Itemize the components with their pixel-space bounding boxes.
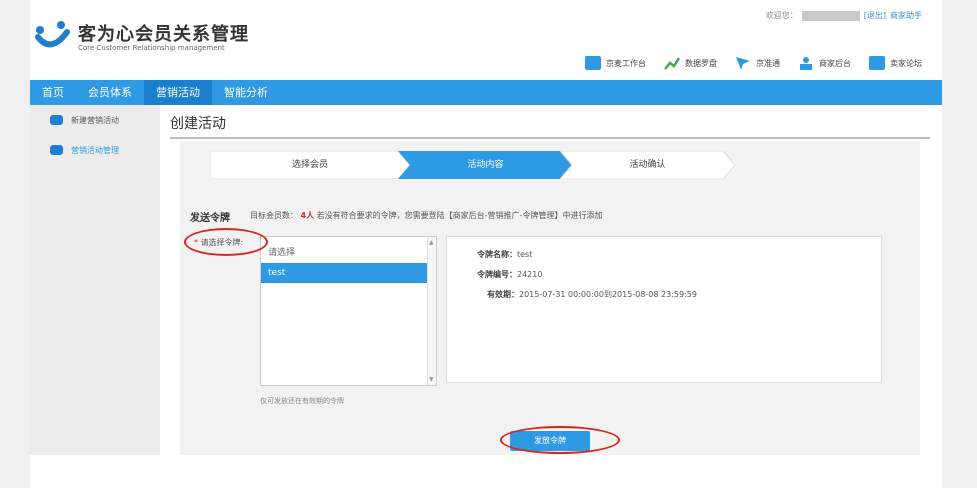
sidebar-item-campaign-manage[interactable]: 营销活动管理	[30, 135, 160, 165]
step-indicator: 选择会员 活动内容 活动确认	[210, 151, 910, 179]
step-label: 活动确认	[629, 160, 666, 170]
toplink-label: 数据罗盘	[685, 58, 717, 68]
nav-analytics[interactable]: 智能分析	[212, 80, 280, 105]
logo-icon	[35, 21, 70, 48]
token-valid-row: 有效期：2015-07-31 00:00:00到2015-08-08 23:59…	[487, 289, 697, 300]
scroll-up-icon[interactable]: ▲	[429, 239, 434, 246]
arrow-icon	[736, 57, 750, 70]
scroll-down-icon[interactable]: ▼	[429, 376, 434, 383]
token-note: 仅可发放还在有效期的令牌	[260, 397, 344, 405]
token-name-label: 令牌名称：	[477, 250, 517, 259]
welcome-label: 欢迎您：	[765, 11, 798, 20]
left-gutter	[0, 0, 30, 488]
sidebar: 新建营销活动 营销活动管理	[30, 105, 160, 455]
token-detail-panel: 令牌名称：test 令牌编号：24210 有效期：2015-07-31 00:0…	[446, 236, 882, 383]
main-nav: 首页 会员体系 营销活动 智能分析	[30, 80, 942, 105]
forum-icon	[869, 56, 885, 70]
info-prefix: 目标会员数：	[250, 211, 298, 220]
right-gutter	[942, 0, 977, 488]
toplink-label: 京麦工作台	[606, 58, 646, 68]
form-panel: 选择会员 活动内容 活动确认 发送令牌 目标会员数： 4人 若没有符合要求的令牌…	[180, 141, 920, 455]
info-suffix: 若没有符合要求的令牌，您需要登陆【商家后台-营销推广-令牌管理】中进行添加	[316, 211, 603, 220]
step-select-members: 选择会员	[210, 151, 410, 179]
token-name-value: test	[517, 250, 533, 259]
sidebar-item-new-campaign[interactable]: 新建营销活动	[30, 105, 160, 135]
listbox-scrollbar[interactable]: ▲ ▼	[427, 237, 436, 385]
toplink-label: 京准通	[756, 58, 780, 68]
toplink-forum[interactable]: 卖家论坛	[869, 56, 922, 70]
nav-home[interactable]: 首页	[30, 80, 76, 105]
brand-title: 客为心会员关系管理	[78, 24, 249, 45]
toplink-label: 商家后台	[819, 58, 851, 68]
nav-membership[interactable]: 会员体系	[76, 80, 144, 105]
select-token-text: 请选择令牌:	[200, 238, 244, 247]
welcome-bar: 欢迎您： [退出] 商家助手	[766, 10, 922, 21]
toplink-compass[interactable]: 数据罗盘	[664, 56, 717, 70]
shop-icon	[800, 57, 812, 70]
list-option-placeholder[interactable]: 请选择	[261, 243, 436, 263]
send-token-heading: 发送令牌	[190, 213, 230, 224]
toplink-shop[interactable]: 商家后台	[798, 56, 851, 70]
send-token-info: 目标会员数： 4人 若没有符合要求的令牌，您需要登陆【商家后台-营销推广-令牌管…	[250, 210, 602, 221]
token-valid-value: 2015-07-31 00:00:00到2015-08-08 23:59:59	[519, 290, 697, 299]
campaign-icon	[50, 145, 63, 155]
step-content: 活动内容	[398, 151, 573, 179]
token-name-row: 令牌名称：test	[477, 249, 532, 260]
token-code-value: 24210	[517, 270, 543, 279]
token-valid-label: 有效期：	[487, 290, 519, 299]
sidebar-item-label: 新建营销活动	[71, 115, 119, 125]
brand-subtitle: Core Customer Relationship management	[78, 44, 225, 52]
divider	[170, 137, 930, 139]
nav-marketing[interactable]: 营销活动	[144, 80, 212, 105]
page-title: 创建活动	[170, 116, 226, 132]
step-label: 活动内容	[467, 160, 504, 170]
header: 客为心会员关系管理 Core Customer Relationship man…	[30, 0, 942, 80]
campaign-icon	[50, 115, 63, 125]
toplink-desk[interactable]: 京麦工作台	[585, 56, 646, 70]
member-count: 4人	[300, 211, 315, 220]
desk-icon	[585, 56, 601, 70]
toplink-label: 卖家论坛	[890, 58, 922, 68]
helper-link[interactable]: 商家助手	[890, 10, 922, 21]
sidebar-item-label: 营销活动管理	[71, 145, 119, 155]
token-code-label: 令牌编号：	[477, 270, 517, 279]
step-label: 选择会员	[291, 160, 328, 170]
main-content: 创建活动 选择会员 活动内容 活动确认 发送令牌 目标会员数： 4人 若没有符合…	[160, 105, 942, 455]
logout-link[interactable]: [退出]	[864, 10, 886, 21]
app-window: 客为心会员关系管理 Core Customer Relationship man…	[30, 0, 942, 455]
token-listbox[interactable]: 请选择 test ▲ ▼	[260, 236, 437, 386]
step-confirm: 活动确认	[560, 151, 735, 179]
token-code-row: 令牌编号：24210	[477, 269, 542, 280]
username-redacted	[801, 10, 860, 21]
select-token-label: * 请选择令牌:	[194, 237, 243, 248]
required-star: *	[194, 238, 198, 247]
chart-icon	[664, 57, 680, 70]
toplink-jzt[interactable]: 京准通	[735, 56, 780, 70]
send-token-button[interactable]: 发放令牌	[510, 431, 590, 451]
top-links: 京麦工作台 数据罗盘 京准通 商家后台 卖家论坛	[585, 56, 922, 70]
list-option-test[interactable]: test	[261, 263, 428, 283]
